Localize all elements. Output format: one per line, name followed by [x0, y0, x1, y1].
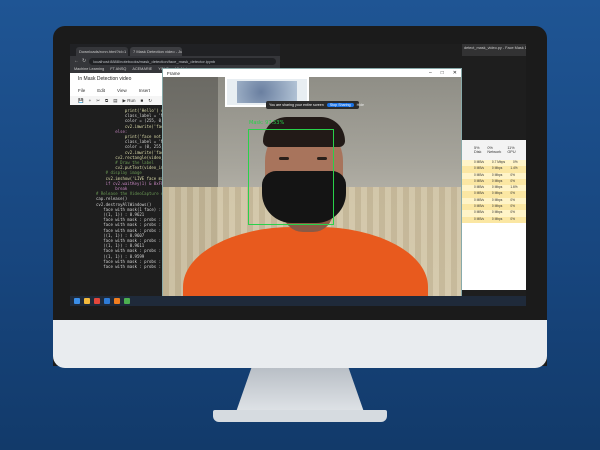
restart-icon[interactable]: ↻: [148, 98, 152, 103]
url-input[interactable]: localhost:8888/notebooks/mask_detection/…: [89, 57, 276, 65]
tm-col-gpu[interactable]: 11% GPU: [507, 146, 515, 160]
file-explorer-icon[interactable]: [84, 298, 90, 304]
back-icon[interactable]: ←: [74, 58, 79, 64]
chrome-icon[interactable]: [94, 298, 100, 304]
detection-bounding-box: [248, 129, 334, 225]
maximize-icon[interactable]: □: [441, 70, 444, 76]
monitor-stand-base: [213, 410, 387, 422]
browser-tabbar: Downloads/rcnn.html?id=1 7 Mask Detectio…: [70, 44, 280, 56]
tm-col-disk[interactable]: 5% Disk: [474, 146, 481, 160]
reload-icon[interactable]: ↻: [82, 58, 86, 64]
run-button[interactable]: ▶ Run: [123, 98, 136, 103]
paste-icon[interactable]: ▤: [113, 98, 117, 103]
menu-view[interactable]: View: [117, 88, 127, 94]
frame-title: Frame: [167, 70, 181, 76]
menu-file[interactable]: File: [78, 88, 85, 94]
share-status-text: You are sharing your entire screen: [269, 103, 324, 107]
task-manager: 5% Disk 0% Network 11% GPU 0 MB/s 0.7 Mbps 0%…: [462, 140, 526, 290]
tm-col-network[interactable]: 0% Network: [487, 146, 501, 160]
vscode-title: detect_mask_video.py - Face Mask Detecti…: [462, 44, 526, 56]
task-manager-cell: 0 Mbps: [491, 216, 503, 221]
copy-icon[interactable]: ⧉: [105, 98, 108, 103]
jupyter-icon[interactable]: [114, 298, 120, 304]
monitor-screen: Downloads/rcnn.html?id=1 7 Mask Detectio…: [70, 44, 526, 306]
cut-icon[interactable]: ✂: [96, 98, 100, 103]
monitor-stand-neck: [236, 368, 364, 412]
stop-icon[interactable]: ■: [140, 98, 143, 103]
address-bar: ← ↻ localhost:8888/notebooks/mask_detect…: [70, 56, 280, 66]
hide-button[interactable]: Hide: [357, 103, 364, 107]
frame-window: Frame – □ ✕ You are sharing your entire …: [162, 68, 462, 298]
detection-label: Mask: 97.53%: [249, 120, 285, 126]
frame-titlebar: Frame – □ ✕: [163, 69, 461, 77]
monitor-chin: [53, 320, 547, 368]
webcam-feed: You are sharing your entire screen Stop …: [163, 77, 461, 297]
task-manager-rows: 0 MB/s 0.7 Mbps 0% 0 MB/s 0 Mbps 1.4% 0 MB/s 0 …: [462, 160, 526, 223]
task-manager-header: 5% Disk 0% Network 11% GPU: [462, 140, 526, 160]
menu-insert[interactable]: Insert: [139, 88, 150, 94]
close-icon[interactable]: ✕: [453, 70, 457, 76]
vscode-icon[interactable]: [104, 298, 110, 304]
app-icon[interactable]: [124, 298, 130, 304]
bookmark-item[interactable]: ACEMARIE: [132, 67, 152, 72]
bookmark-item[interactable]: Machine Learning: [74, 67, 104, 72]
windows-start-icon[interactable]: [74, 298, 80, 304]
task-manager-row[interactable]: 0 MB/s 0 Mbps 0%: [462, 216, 526, 223]
bookmark-item[interactable]: FT ANSQ: [110, 67, 126, 72]
save-icon[interactable]: 💾: [78, 98, 84, 103]
task-manager-cell: 0%: [510, 216, 515, 221]
browser-tab-active[interactable]: 7 Mask Detection video - Jupy...: [130, 47, 182, 56]
screen-share-bar: You are sharing your entire screen Stop …: [266, 101, 364, 109]
add-cell-icon[interactable]: +: [89, 98, 92, 103]
minimize-icon[interactable]: –: [429, 70, 432, 76]
taskbar: [70, 296, 526, 306]
task-manager-cell: 0 MB/s: [474, 216, 484, 221]
menu-edit[interactable]: Edit: [97, 88, 105, 94]
browser-tab[interactable]: Downloads/rcnn.html?id=1: [76, 47, 128, 56]
stop-sharing-button[interactable]: Stop Sharing: [326, 103, 354, 107]
